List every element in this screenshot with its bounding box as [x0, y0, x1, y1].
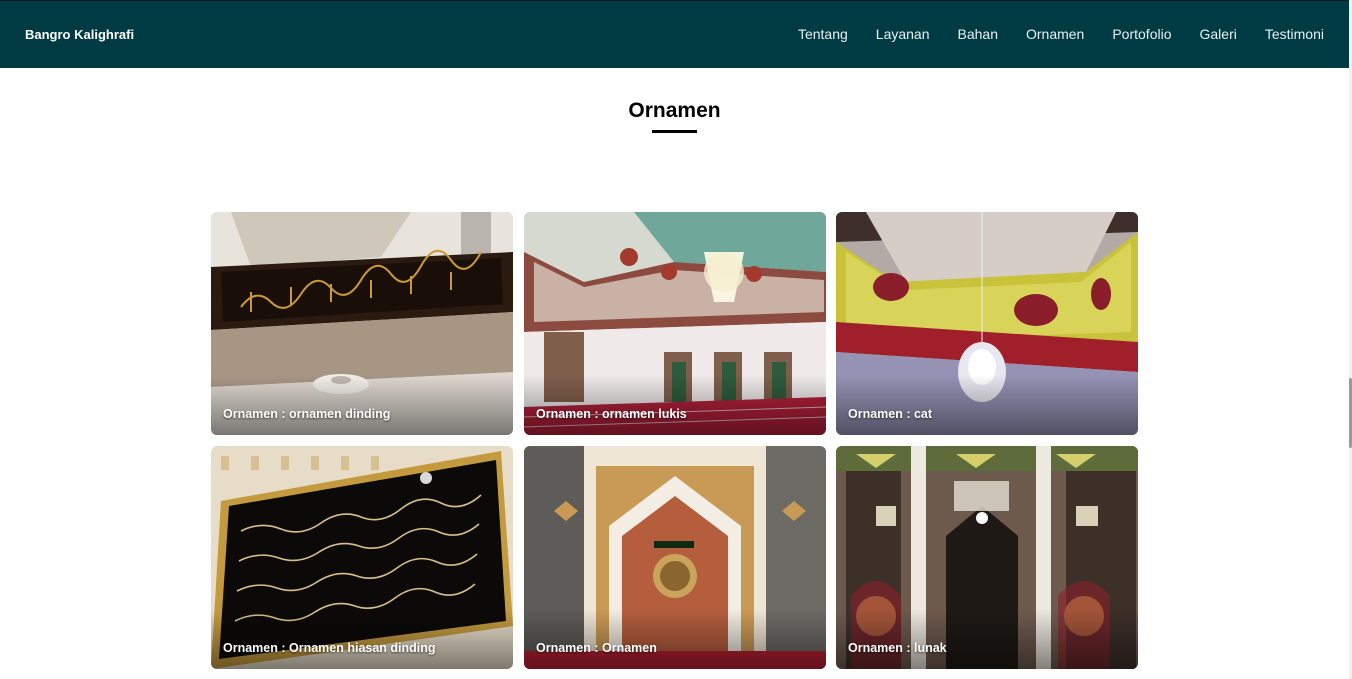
nav-link-ornamen[interactable]: Ornamen	[1026, 26, 1084, 42]
gallery-card[interactable]: Ornamen : lunak	[836, 446, 1138, 669]
gallery-card[interactable]: Ornamen : Ornamen hiasan dinding	[211, 446, 513, 669]
title-underline	[652, 130, 697, 133]
gallery-caption: Ornamen : ornamen dinding	[223, 407, 391, 421]
nav-link-galeri[interactable]: Galeri	[1200, 26, 1237, 42]
gallery-card[interactable]: Ornamen : cat	[836, 212, 1138, 435]
caption-shade	[524, 609, 826, 669]
gallery-caption: Ornamen : ornamen lukis	[536, 407, 687, 421]
nav-link-testimoni[interactable]: Testimoni	[1265, 26, 1324, 42]
caption-shade	[211, 609, 513, 669]
nav-menu: Tentang Layanan Bahan Ornamen Portofolio…	[798, 26, 1324, 42]
nav-link-bahan[interactable]: Bahan	[958, 26, 998, 42]
caption-shade	[211, 375, 513, 435]
gallery-card[interactable]: Ornamen : ornamen lukis	[524, 212, 826, 435]
section-title: Ornamen	[628, 99, 721, 122]
brand-logo-text[interactable]: Bangro Kalighrafi	[25, 27, 134, 42]
nav-link-layanan[interactable]: Layanan	[876, 26, 930, 42]
nav-link-tentang[interactable]: Tentang	[798, 26, 848, 42]
gallery-caption: Ornamen : Ornamen hiasan dinding	[223, 641, 436, 655]
gallery-caption: Ornamen : cat	[848, 407, 933, 421]
nav-link-portofolio[interactable]: Portofolio	[1112, 26, 1171, 42]
gallery-caption: Ornamen : lunak	[848, 641, 947, 655]
caption-shade	[524, 375, 826, 435]
caption-shade	[836, 375, 1138, 435]
gallery-card[interactable]: Ornamen : ornamen dinding	[211, 212, 513, 435]
top-navbar: Bangro Kalighrafi Tentang Layanan Bahan …	[0, 0, 1349, 68]
gallery-caption: Ornamen : Ornamen	[536, 641, 657, 655]
gallery-card[interactable]: Ornamen : Ornamen	[524, 446, 826, 669]
caption-shade	[836, 609, 1138, 669]
